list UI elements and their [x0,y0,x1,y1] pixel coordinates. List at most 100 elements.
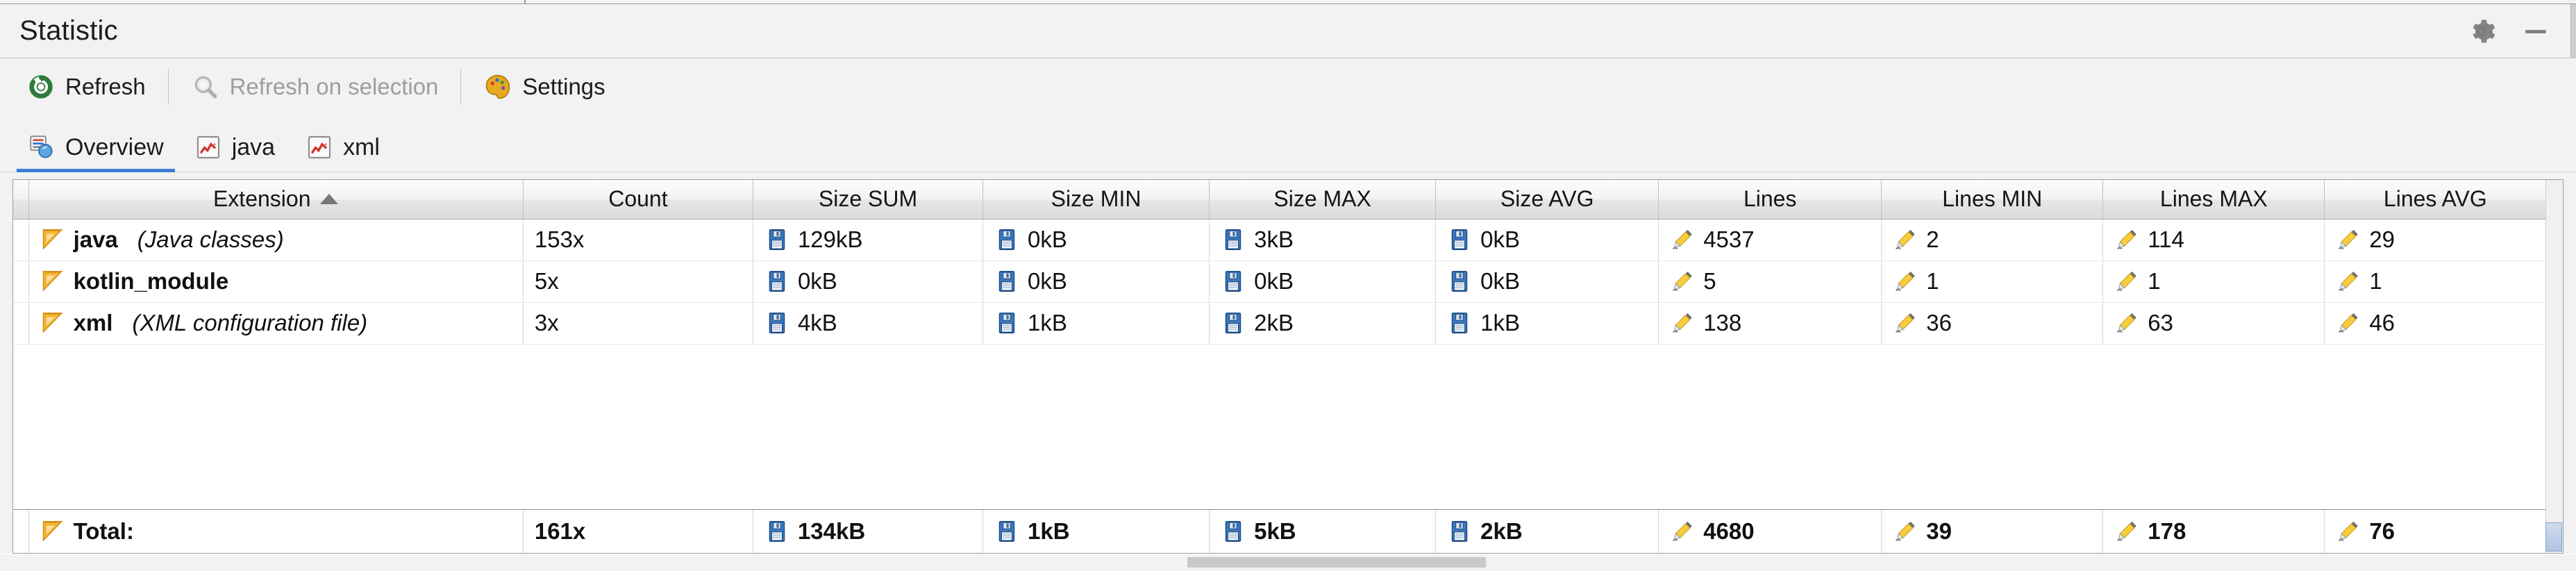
tab-xml[interactable]: xml [290,122,395,172]
total-gutter [13,510,29,553]
column-header-lines-max[interactable]: Lines MAX [2102,180,2325,220]
total-size-max-value: 5kB [1254,518,1296,544]
table-total-row-container: Total: 161x 134kB 1kB 5kB 2kB 4680 39 17… [13,509,2563,553]
settings-button-label: Settings [522,74,605,99]
refresh-on-selection-button[interactable]: Refresh on selection [178,65,451,108]
cell-size-avg: 0kB [1435,219,1659,261]
floppy-disk-icon [1221,269,1246,294]
total-label-cell: Total: [28,510,524,553]
extension-description: (Java classes) [137,226,284,252]
extension-name: kotlin_module [73,268,229,294]
cell-size-max: 0kB [1209,260,1437,303]
pencil-icon [1670,269,1695,294]
floppy-disk-icon [1221,519,1246,544]
vertical-scrollbar[interactable] [2545,180,2563,553]
size-min-value: 0kB [1028,226,1067,252]
pencil-icon [2336,269,2361,294]
toolbar-separator-2 [460,69,462,105]
size-avg-value: 0kB [1480,226,1521,252]
lines-min-value: 2 [1926,226,1939,252]
tab-overview[interactable]: Overview [12,122,179,172]
pencil-icon [2114,227,2139,252]
floppy-disk-icon [994,269,1019,294]
gear-icon[interactable] [2466,16,2497,47]
pencil-icon [2114,311,2139,336]
pencil-icon [2114,519,2139,544]
lines-value: 4537 [1703,226,1755,252]
cell-lines-avg: 46 [2324,302,2547,345]
column-header-lines-min[interactable]: Lines MIN [1881,180,2104,220]
cell-size-min: 0kB [982,219,1210,261]
extension-name: java [73,226,118,252]
row-gutter [13,219,29,261]
cell-lines-avg: 1 [2324,260,2547,303]
toolbar-separator [167,69,169,105]
title-bar-actions [2466,16,2576,47]
settings-button[interactable]: Settings [471,65,617,108]
table-row[interactable]: java (Java classes) 153x 129kB 0kB 3kB 0… [13,219,2563,261]
cell-lines-min: 36 [1881,302,2104,345]
lines-avg-value: 29 [2369,226,2395,252]
column-header-lines-avg[interactable]: Lines AVG [2324,180,2547,220]
total-lines-min: 39 [1881,510,2104,553]
cell-count: 5x [523,260,753,303]
column-header-extension-label: Extension [212,186,311,212]
window-title-bar: Statistic [0,4,2576,58]
column-header-size-max[interactable]: Size MAX [1209,180,1437,220]
vertical-scrollbar-thumb[interactable] [2545,522,2562,552]
magnifier-icon [191,72,220,101]
cell-lines-max: 1 [2102,260,2325,303]
lines-min-value: 1 [1926,268,1939,294]
total-size-max: 5kB [1209,510,1437,553]
ruler-icon [40,269,65,294]
header-gutter [13,180,29,220]
total-lines-value: 4680 [1703,518,1755,544]
pencil-icon [1893,519,1918,544]
extension-name: xml [73,310,113,336]
table-row[interactable]: xml (XML configuration file) 3x 4kB 1kB … [13,302,2563,345]
column-header-count[interactable]: Count [523,180,753,220]
column-header-lines[interactable]: Lines [1658,180,1882,220]
column-header-extension[interactable]: Extension [28,180,524,220]
column-header-size-min[interactable]: Size MIN [982,180,1210,220]
cell-lines-min: 2 [1881,219,2104,261]
size-avg-value: 1kB [1480,310,1521,336]
statistic-tool-window: Statistic Refresh Refresh on selection S… [0,0,2576,571]
floppy-disk-icon [1221,311,1246,336]
horizontal-scrollbar[interactable] [0,554,2576,571]
total-label: Total: [73,518,134,544]
pencil-icon [1893,227,1918,252]
top-strip-notch [524,0,526,3]
lines-avg-value: 1 [2369,268,2382,294]
tab-java-label: java [231,133,276,160]
pencil-icon [1893,269,1918,294]
total-size-avg-value: 2kB [1480,518,1523,544]
cell-size-sum: 4kB [753,302,984,345]
floppy-disk-icon [1447,269,1472,294]
toolbar: Refresh Refresh on selection Settings [0,58,2576,115]
column-header-size-sum[interactable]: Size SUM [753,180,984,220]
total-lines-min-value: 39 [1926,518,1952,544]
floppy-disk-icon [994,227,1019,252]
pencil-icon [2114,269,2139,294]
cell-lines: 138 [1658,302,1882,345]
refresh-button[interactable]: Refresh [14,65,158,108]
horizontal-scrollbar-thumb[interactable] [1187,557,1486,568]
size-sum-value: 4kB [797,310,837,336]
minimize-icon[interactable] [2520,16,2551,47]
table-row[interactable]: kotlin_module 5x 0kB 0kB 0kB 0kB 5 1 1 1 [13,260,2563,303]
size-avg-value: 0kB [1480,268,1521,294]
total-lines: 4680 [1658,510,1882,553]
row-gutter [13,260,29,303]
column-header-size-avg[interactable]: Size AVG [1435,180,1659,220]
floppy-disk-icon [1447,311,1472,336]
row-gutter [13,302,29,345]
sort-ascending-arrow [320,194,339,205]
tab-java[interactable]: java [179,122,290,172]
total-size-min-value: 1kB [1028,518,1070,544]
cell-size-sum: 129kB [753,219,984,261]
cell-size-sum: 0kB [753,260,984,303]
floppy-disk-icon [764,269,789,294]
floppy-disk-icon [1447,519,1472,544]
table-total-row: Total: 161x 134kB 1kB 5kB 2kB 4680 39 17… [13,510,2563,553]
